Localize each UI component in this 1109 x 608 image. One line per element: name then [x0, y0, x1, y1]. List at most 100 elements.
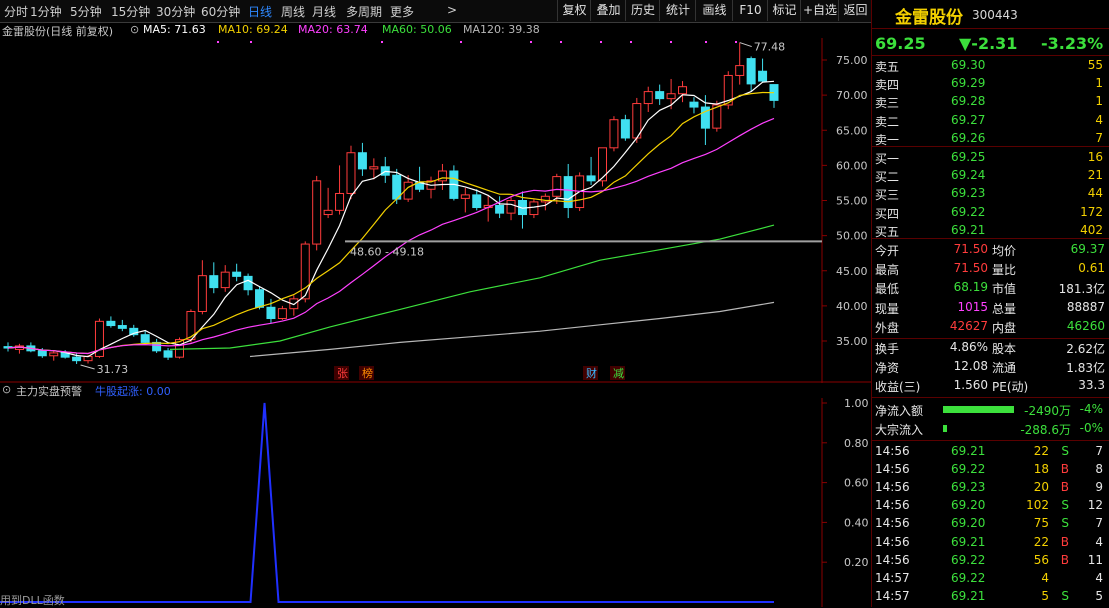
finance-label: 换手 — [875, 342, 900, 356]
period-tab-6[interactable]: 日线 — [248, 3, 272, 20]
stat-label: 量比 — [992, 263, 1017, 278]
candlestick-chart[interactable]: 75.00 70.00 65.00 60.00 55.00 50.00 45.00 40.00… — [0, 38, 871, 383]
price-row: 69.25 ▼-2.31 -3.23% — [873, 33, 1107, 55]
bid-label: 买五 — [875, 224, 900, 239]
period-tab-7[interactable]: 周线 — [281, 3, 305, 20]
stat-row: 今开 71.50 均价 69.37 — [873, 241, 1107, 259]
tick-volume: 22 — [1033, 534, 1049, 549]
ask-price: 69.29 — [951, 76, 986, 91]
flow-pct: -0% — [1079, 421, 1103, 435]
period-tab-4[interactable]: 30分钟 — [156, 3, 195, 20]
toolbar-button-7[interactable]: +自选 — [800, 0, 839, 21]
tick-row: 14:56 69.21 22 B 4 — [873, 534, 1107, 552]
tick-price: 69.20 — [951, 498, 986, 513]
event-marker[interactable]: 张 — [337, 367, 348, 380]
flow-value: -288.6万 — [1020, 423, 1071, 437]
flow-bar — [943, 425, 947, 432]
event-marker[interactable]: 榜 — [362, 366, 373, 380]
ask-label: 卖三 — [875, 96, 900, 111]
candle — [472, 189, 482, 211]
stat-label: 最低 — [875, 282, 900, 297]
ask-price: 69.30 — [951, 58, 986, 72]
sub-y-tick-label: 0.20 — [844, 556, 869, 569]
tick-side: B — [1060, 534, 1069, 549]
finance-row: 净资 12.08 流通 1.83亿 — [873, 358, 1107, 376]
toolbar-button-6[interactable]: 标记 — [767, 0, 801, 21]
tick-price: 69.21 — [951, 588, 986, 603]
flow-row: 大宗流入 -288.6万 -0% — [873, 420, 1107, 438]
tick-price: 69.21 — [951, 534, 986, 549]
finance-label: 股本 — [992, 342, 1017, 356]
sub-indicator-chart[interactable]: 1.00 0.80 0.60 0.40 0.20 — [0, 398, 871, 607]
period-tab-0[interactable]: 分时 — [4, 3, 28, 20]
event-marker[interactable]: 财 — [586, 366, 597, 380]
ma60-value: MA60: 50.06 — [382, 23, 452, 36]
bid-volume: 44 — [1087, 186, 1103, 201]
tick-volume: 18 — [1033, 462, 1049, 477]
period-tab-5[interactable]: 60分钟 — [201, 3, 240, 20]
bid-label: 买二 — [875, 170, 900, 185]
flow-label: 净流入额 — [875, 404, 924, 418]
legend-options-icon[interactable]: ⊙ — [130, 23, 139, 36]
sub-y-tick-label: 0.60 — [844, 477, 869, 490]
toolbar-button-1[interactable]: 叠加 — [590, 0, 626, 21]
period-toolbar: 分时 1分钟 5分钟 15分钟 30分钟 60分钟 日线 周线 月线 多周期 更多 > 复权 叠加 历史 统计… — [0, 0, 871, 23]
period-tab-3[interactable]: 15分钟 — [111, 3, 150, 20]
candle — [357, 142, 367, 176]
toolbar-button-3[interactable]: 统计 — [659, 0, 696, 21]
price-change-pct: -3.23% — [1041, 34, 1104, 53]
stat-label: 市值 — [992, 282, 1017, 297]
stat-label: 内盘 — [992, 320, 1017, 335]
tick-time: 14:56 — [875, 462, 910, 477]
finance-value: 2.62亿 — [1066, 342, 1105, 356]
y-tick-label: 70.00 — [836, 89, 868, 102]
tick-volume: 75 — [1033, 516, 1049, 531]
tick-price: 69.22 — [951, 552, 986, 567]
stat-row: 外盘 42627 内盘 46260 — [873, 318, 1107, 336]
toolbar-button-0[interactable]: 复权 — [557, 0, 591, 21]
signal-line — [0, 402, 774, 603]
ask-label: 卖五 — [875, 60, 900, 74]
candle — [300, 241, 310, 303]
period-tab-2[interactable]: 5分钟 — [70, 3, 102, 20]
toolbar-button-4[interactable]: 画线 — [695, 0, 733, 21]
event-marker[interactable]: 减 — [613, 367, 624, 380]
candle — [678, 81, 688, 103]
tick-side: B — [1060, 480, 1069, 495]
candle — [152, 338, 162, 353]
period-tab-8[interactable]: 月线 — [312, 3, 336, 20]
toolbar-button-5[interactable]: F10 — [732, 0, 768, 21]
finance-value: 33.3 — [1078, 378, 1105, 392]
period-tab-1[interactable]: 1分钟 — [30, 3, 62, 20]
indicator-options-icon[interactable]: ⊙ — [2, 383, 11, 396]
tick-time: 14:56 — [875, 480, 910, 495]
more-chevron-icon[interactable]: > — [447, 3, 457, 17]
tick-side: B — [1060, 462, 1069, 477]
finance-value: 1.83亿 — [1066, 361, 1105, 375]
finance-value: 1.560 — [953, 378, 988, 392]
candle — [563, 163, 573, 219]
ask-price: 69.26 — [951, 130, 986, 145]
toolbar-button-8[interactable]: 返回 — [838, 0, 872, 21]
price-change: ▼-2.31 — [959, 34, 1018, 53]
bid-label: 买三 — [875, 188, 900, 203]
bid-row: 买四 69.22 172 — [873, 204, 1107, 222]
bid-price: 69.24 — [951, 168, 986, 183]
candle — [712, 100, 722, 132]
bid-volume: 172 — [1080, 204, 1103, 219]
stat-row: 最低 68.19 市值 181.3亿 — [873, 279, 1107, 297]
ask-label: 卖四 — [875, 78, 900, 93]
bid-volume: 16 — [1087, 150, 1103, 164]
tick-count: 11 — [1087, 552, 1103, 567]
candle — [415, 166, 425, 193]
ma10-line — [7, 91, 775, 355]
toolbar-button-2[interactable]: 历史 — [625, 0, 660, 21]
candle — [380, 156, 390, 183]
period-tab-10[interactable]: 更多 — [390, 3, 414, 20]
ma120-line — [249, 301, 775, 358]
period-tab-9[interactable]: 多周期 — [346, 3, 382, 20]
tick-row: 14:56 69.20 102 S 12 — [873, 497, 1107, 515]
indicator-param: 牛股起涨: 0.00 — [95, 385, 171, 398]
stat-label: 今开 — [875, 244, 900, 258]
stat-label: 外盘 — [875, 320, 900, 335]
